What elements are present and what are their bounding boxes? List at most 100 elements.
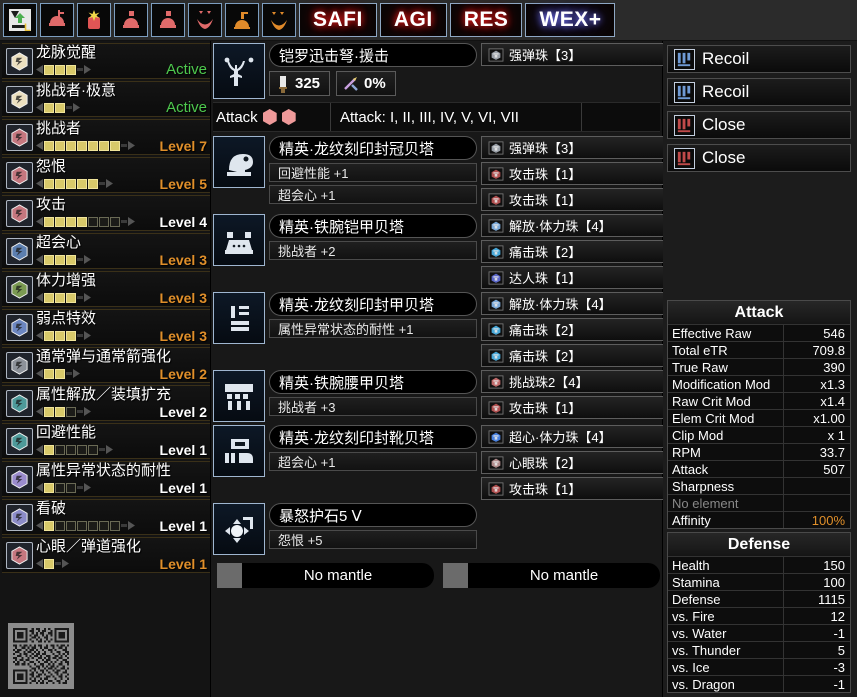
decoration-slot[interactable]: 攻击珠【1】 — [481, 396, 665, 419]
skill-level-segment — [55, 368, 65, 379]
build-qr-code — [8, 623, 74, 689]
mantle-slot-1[interactable]: No mantle — [217, 563, 434, 588]
mantle-slot-2[interactable]: No mantle — [443, 563, 660, 588]
head-armor-icon[interactable] — [40, 3, 74, 37]
armor-name[interactable]: 精英·铁腕腰甲贝塔 — [269, 370, 477, 394]
arms-armor-icon[interactable] — [151, 3, 185, 37]
mantle-icon[interactable] — [262, 3, 296, 37]
decoration-slot[interactable]: 达人珠【1】 — [481, 266, 665, 289]
helmet-icon[interactable] — [213, 136, 265, 188]
stat-value — [784, 495, 850, 511]
skill-row[interactable]: 回避性能 Level 1 — [2, 423, 210, 459]
decoration-slot[interactable]: 强弹珠【3】 — [481, 136, 665, 159]
ammo-mod-item[interactable]: Recoil — [667, 78, 851, 106]
skill-name: 怨恨 — [36, 158, 67, 175]
armor-name[interactable]: 精英·龙纹刻印封冠贝塔 — [269, 136, 477, 160]
skill-bar-cap-right — [128, 217, 135, 226]
stat-row: vs. Water -1 — [668, 624, 850, 641]
skills-list: 龙脉觉醒 Active 挑战者·极意 Active 挑战者 Level 7 怨恨 Level … — [0, 41, 210, 575]
chest-armor-icon[interactable] — [114, 3, 148, 37]
legs-armor-icon[interactable] — [225, 3, 259, 37]
skill-level-segment — [55, 330, 65, 341]
augment-levels[interactable]: Attack: I, II, III, IV, V, VI, VII — [331, 103, 582, 131]
armor-name[interactable]: 暴怒护石5 Ⅴ — [269, 503, 477, 527]
skill-gem-icon — [11, 165, 28, 185]
wex-plus-button[interactable]: WEX+ — [525, 3, 616, 37]
skill-level-segment — [44, 330, 54, 341]
charm-icon[interactable] — [213, 503, 265, 555]
decoration-label: 攻击珠【1】 — [509, 401, 582, 416]
skill-row[interactable]: 攻击 Level 4 — [2, 195, 210, 231]
decoration-slot[interactable]: 攻击珠【1】 — [481, 188, 665, 211]
decoration-slot[interactable]: 强弹珠【3】 — [481, 43, 665, 66]
safi-button[interactable]: SAFI — [299, 3, 377, 37]
skill-bar-rail — [121, 220, 127, 223]
decoration-slot[interactable]: 痛击珠【2】 — [481, 240, 665, 263]
skill-bar-cap-right — [84, 407, 91, 416]
skill-level-segment — [55, 444, 65, 455]
skill-row[interactable]: 超会心 Level 3 — [2, 233, 210, 269]
waist-armor-icon[interactable] — [188, 3, 222, 37]
skill-level-segment — [55, 216, 65, 227]
skill-level-segment — [44, 64, 54, 75]
skill-row[interactable]: 心眼／弹道强化 Level 1 — [2, 537, 210, 573]
skill-row[interactable]: 弱点特效 Level 3 — [2, 309, 210, 345]
chest-icon[interactable] — [213, 214, 265, 266]
ammo-mod-item[interactable]: Close — [667, 144, 851, 172]
stat-key: Sharpness — [668, 478, 784, 494]
decoration-slot[interactable]: 超心·体力珠【4】 — [481, 425, 665, 448]
skill-row[interactable]: 看破 Level 1 — [2, 499, 210, 535]
skill-row[interactable]: 怨恨 Level 5 — [2, 157, 210, 193]
skill-row[interactable]: 体力增强 Level 3 — [2, 271, 210, 307]
skill-level-label: Level 4 — [159, 213, 207, 230]
skill-row[interactable]: 通常弹与通常箭强化 Level 2 — [2, 347, 210, 383]
stat-key: No element — [668, 495, 784, 511]
stats-spacer — [667, 172, 851, 300]
decoration-slot[interactable]: 心眼珠【2】 — [481, 451, 665, 474]
decoration-slot[interactable]: 挑战珠2【4】 — [481, 370, 665, 393]
skill-level-segment — [55, 406, 65, 417]
build-editor-window: L SAFI AGI RES WEX+ 龙脉觉醒 Active 挑战者·极意 A… — [0, 0, 857, 697]
skill-level-bar — [36, 64, 91, 75]
decoration-slot[interactable]: 攻击珠【1】 — [481, 162, 665, 185]
skill-icon — [6, 123, 33, 151]
decoration-slot[interactable]: 攻击珠【1】 — [481, 477, 665, 500]
skill-level-segment — [77, 178, 87, 189]
skill-level-bar — [36, 292, 91, 303]
skill-level-segment — [110, 520, 120, 531]
armor-name[interactable]: 精英·龙纹刻印封靴贝塔 — [269, 425, 477, 449]
decoration-slot[interactable]: 解放·体力珠【4】 — [481, 214, 665, 237]
stat-row: True Raw 390 — [668, 358, 850, 375]
skill-row[interactable]: 属性解放／装填扩充 Level 2 — [2, 385, 210, 421]
skill-bar-cap-left — [36, 255, 43, 264]
augment-label-cell[interactable]: Attack — [213, 103, 331, 131]
set-search-icon[interactable]: L — [3, 3, 37, 37]
agi-button[interactable]: AGI — [379, 3, 447, 37]
arms-icon[interactable] — [213, 292, 265, 344]
decoration-slot[interactable]: 痛击珠【2】 — [481, 344, 665, 367]
skill-level-label: Level 5 — [159, 175, 207, 192]
decoration-slot[interactable]: 解放·体力珠【4】 — [481, 292, 665, 315]
skill-level-segment — [88, 178, 98, 189]
skill-gem-icon — [11, 545, 28, 565]
skill-row[interactable]: 挑战者·极意 Active — [2, 81, 210, 117]
armor-name[interactable]: 精英·龙纹刻印封甲贝塔 — [269, 292, 477, 316]
decoration-slot[interactable]: 痛击珠【2】 — [481, 318, 665, 341]
skill-row[interactable]: 龙脉觉醒 Active — [2, 43, 210, 79]
skill-row[interactable]: 属性异常状态的耐性 Level 1 — [2, 461, 210, 497]
skill-bar-rail — [77, 334, 83, 337]
skill-level-segment — [55, 520, 65, 531]
weapon-name[interactable]: 铠罗迅击弩·援击 — [269, 43, 477, 67]
ammo-mod-item[interactable]: Recoil — [667, 45, 851, 73]
legs-icon[interactable] — [213, 425, 265, 477]
ammo-mod-item[interactable]: Close — [667, 111, 851, 139]
weapon-type-icon[interactable] — [213, 43, 265, 99]
skill-level-segment — [99, 140, 109, 151]
skill-level-segment — [55, 64, 65, 75]
stat-key: Elem Crit Mod — [668, 410, 784, 426]
res-button[interactable]: RES — [449, 3, 523, 37]
skill-row[interactable]: 挑战者 Level 7 — [2, 119, 210, 155]
waist-icon[interactable] — [213, 370, 265, 422]
armor-name[interactable]: 精英·铁腕铠甲贝塔 — [269, 214, 477, 238]
charm-icon[interactable] — [77, 3, 111, 37]
